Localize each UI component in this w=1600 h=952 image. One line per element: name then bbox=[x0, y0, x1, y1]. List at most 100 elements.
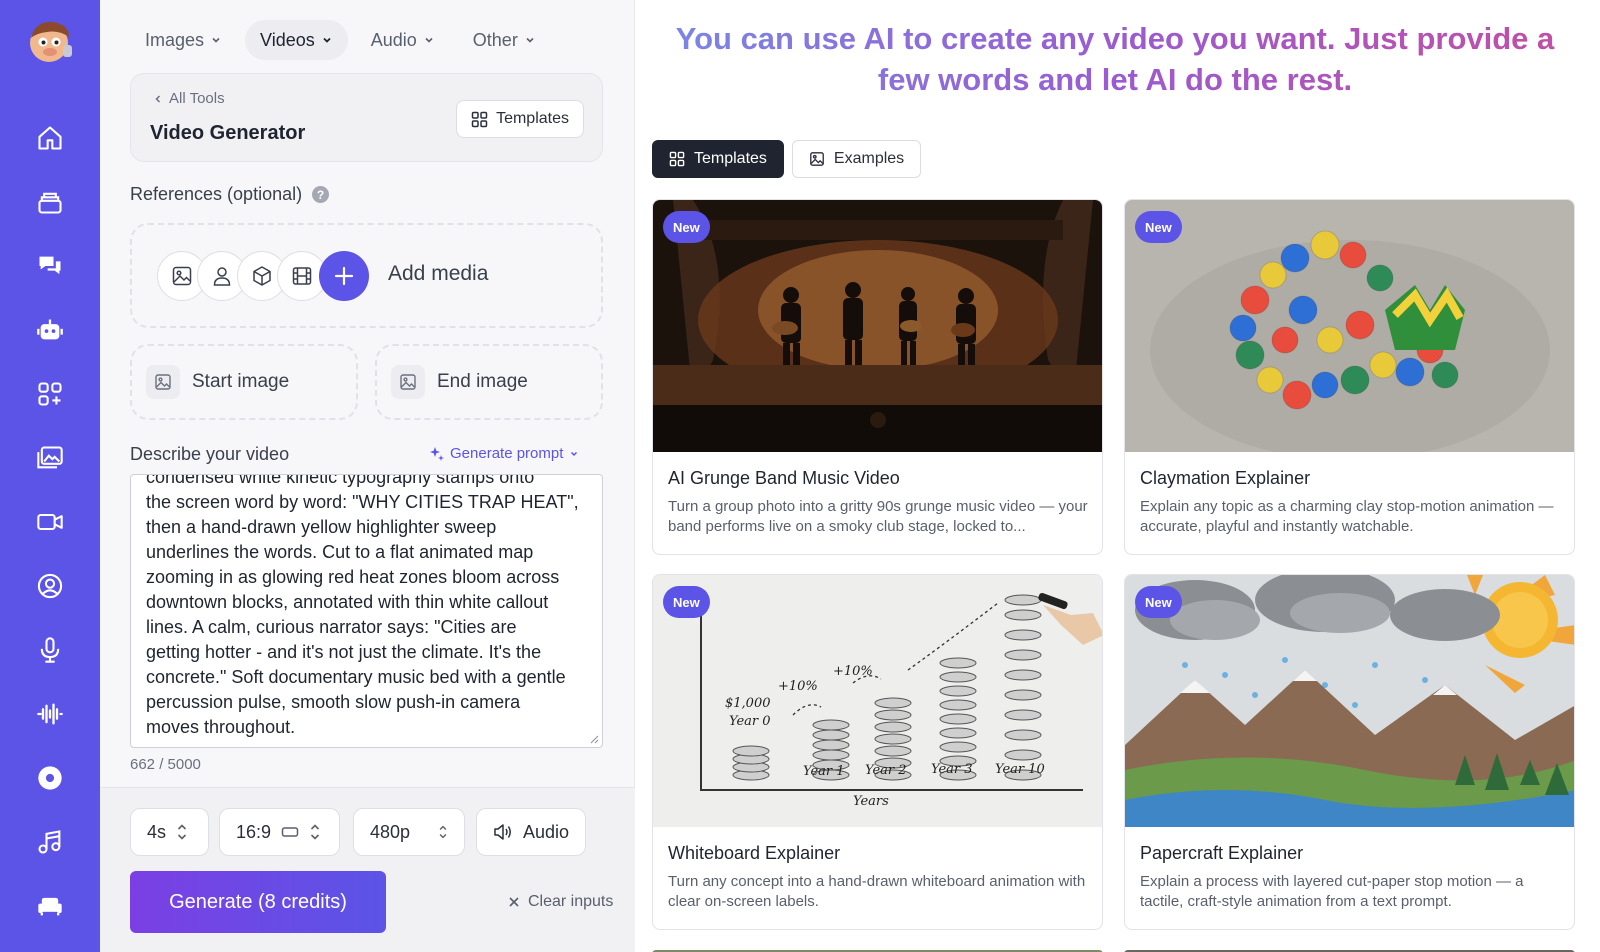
all-tools-link[interactable]: All Tools bbox=[153, 90, 225, 107]
generate-prompt-button[interactable]: Generate prompt bbox=[430, 445, 579, 462]
grunge-band-thumbnail bbox=[653, 200, 1102, 452]
new-badge: New bbox=[1135, 586, 1182, 618]
whiteboard-axis: Years bbox=[853, 794, 889, 809]
describe-label: Describe your video bbox=[130, 444, 290, 464]
updown-chevron-icon bbox=[310, 824, 320, 840]
resolution-select[interactable]: 480p bbox=[353, 808, 465, 856]
templates-button-label: Templates bbox=[496, 110, 569, 127]
aspect-ratio-value: 16:9 bbox=[236, 821, 272, 842]
chat-icon[interactable] bbox=[32, 248, 68, 284]
page-title: Video Generator bbox=[150, 122, 306, 144]
view-tabs: Templates Examples bbox=[652, 140, 922, 178]
audio-toggle[interactable]: Audio bbox=[476, 808, 586, 856]
tab-examples[interactable]: Examples bbox=[791, 140, 922, 178]
image-icon bbox=[146, 365, 180, 399]
chevron-down-icon bbox=[425, 37, 433, 43]
apps-icon[interactable] bbox=[32, 376, 68, 412]
template-card-claymation[interactable]: New Claymation Explainer Explain any top… bbox=[1124, 199, 1575, 555]
resolution-value: 480p bbox=[370, 821, 411, 842]
add-media-dropzone[interactable]: Add media bbox=[130, 223, 603, 328]
whiteboard-year2: Year 2 bbox=[865, 763, 907, 778]
references-label: References (optional) ? bbox=[130, 184, 330, 205]
chevron-down-icon bbox=[526, 37, 534, 43]
card-description: Turn any concept into a hand-drawn white… bbox=[668, 873, 1086, 910]
close-icon bbox=[509, 897, 519, 907]
card-title: AI Grunge Band Music Video bbox=[668, 468, 900, 488]
waveform-icon[interactable] bbox=[32, 696, 68, 732]
chevron-down-icon bbox=[323, 37, 331, 43]
card-description: Explain a process with layered cut-paper… bbox=[1140, 873, 1524, 910]
updown-chevron-icon bbox=[439, 825, 447, 839]
papercraft-thumbnail bbox=[1125, 575, 1574, 827]
card-description: Explain any topic as a charming clay sto… bbox=[1140, 498, 1554, 535]
add-media-label[interactable]: Add media bbox=[388, 262, 488, 286]
help-icon[interactable]: ? bbox=[312, 186, 330, 203]
card-title: Papercraft Explainer bbox=[1140, 843, 1304, 863]
tab-images[interactable]: Images bbox=[130, 20, 237, 60]
resize-handle-icon[interactable] bbox=[589, 734, 599, 744]
aspect-ratio-select[interactable]: 16:9 bbox=[219, 808, 340, 856]
tab-videos[interactable]: Videos bbox=[245, 20, 348, 60]
tab-other[interactable]: Other bbox=[458, 20, 551, 60]
duration-select[interactable]: 4s bbox=[130, 808, 209, 856]
chevron-left-icon bbox=[155, 94, 161, 103]
tab-audio-label: Audio bbox=[370, 29, 417, 50]
sofa-icon[interactable] bbox=[32, 888, 68, 924]
image-icon bbox=[391, 365, 425, 399]
image-icon bbox=[810, 152, 824, 166]
new-badge: New bbox=[663, 586, 710, 618]
template-card-grunge-band[interactable]: New AI Grunge Band Music Video Turn a gr… bbox=[652, 199, 1103, 555]
template-card-papercraft[interactable]: New Papercraft Explainer Explain a proce… bbox=[1124, 574, 1575, 930]
robot-icon[interactable] bbox=[32, 312, 68, 348]
video-icon[interactable] bbox=[32, 504, 68, 540]
user-circle-icon[interactable] bbox=[32, 568, 68, 604]
whiteboard-year10: Year 10 bbox=[995, 762, 1045, 777]
tab-examples-label: Examples bbox=[833, 150, 905, 167]
tab-templates[interactable]: Templates bbox=[652, 140, 784, 178]
grid-icon bbox=[669, 151, 685, 167]
prompt-textarea[interactable]: condensed white kinetic typography stamp… bbox=[130, 474, 603, 748]
prompt-text[interactable]: condensed white kinetic typography stamp… bbox=[146, 475, 591, 740]
updown-chevron-icon bbox=[177, 824, 187, 840]
generate-button[interactable]: Generate (8 credits) bbox=[130, 871, 386, 933]
claymation-thumbnail bbox=[1125, 200, 1574, 452]
clear-inputs-label: Clear inputs bbox=[528, 893, 614, 910]
landscape-icon bbox=[281, 827, 299, 837]
speaker-icon bbox=[494, 824, 511, 840]
tab-audio[interactable]: Audio bbox=[356, 20, 450, 60]
gallery-icon[interactable] bbox=[32, 440, 68, 476]
end-image-label: End image bbox=[437, 371, 528, 392]
end-image-button[interactable]: End image bbox=[375, 344, 603, 420]
home-icon[interactable] bbox=[32, 120, 68, 156]
whiteboard-amount: $1,000 bbox=[725, 696, 771, 711]
duration-value: 4s bbox=[147, 821, 167, 842]
music-note-icon[interactable] bbox=[32, 824, 68, 860]
whiteboard-year3: Year 3 bbox=[931, 762, 973, 777]
templates-button[interactable]: Templates bbox=[456, 100, 584, 138]
new-badge: New bbox=[663, 211, 710, 243]
card-description: Turn a group photo into a gritty 90s gru… bbox=[668, 498, 1088, 535]
references-label-text: References (optional) bbox=[130, 184, 303, 204]
new-badge: New bbox=[1135, 211, 1182, 243]
start-image-button[interactable]: Start image bbox=[130, 344, 358, 420]
sparkle-icon bbox=[430, 446, 444, 461]
microphone-icon[interactable] bbox=[32, 632, 68, 668]
plus-icon[interactable] bbox=[319, 251, 369, 301]
whiteboard-year1: Year 1 bbox=[803, 764, 845, 779]
chevron-down-icon bbox=[212, 37, 220, 43]
tool-header-card: All Tools Video Generator Templates bbox=[130, 73, 603, 162]
whiteboard-year0: Year 0 bbox=[729, 714, 771, 729]
category-tabs: Images Videos Audio Other bbox=[130, 20, 551, 60]
card-title: Whiteboard Explainer bbox=[668, 843, 841, 863]
template-card-whiteboard[interactable]: $1,000 Year 0 +10% +10% Year 1 Year 2 Ye… bbox=[652, 574, 1103, 930]
layers-icon[interactable] bbox=[32, 184, 68, 220]
whiteboard-thumbnail: $1,000 Year 0 +10% +10% Year 1 Year 2 Ye… bbox=[653, 575, 1102, 827]
generate-prompt-label: Generate prompt bbox=[450, 445, 564, 462]
card-title: Claymation Explainer bbox=[1140, 468, 1311, 488]
app-logo[interactable] bbox=[25, 18, 75, 64]
record-icon[interactable] bbox=[32, 760, 68, 796]
tab-images-label: Images bbox=[145, 29, 205, 50]
hero-headline: You can use AI to create any video you w… bbox=[660, 18, 1570, 100]
tab-videos-label: Videos bbox=[260, 29, 315, 50]
clear-inputs-button[interactable]: Clear inputs bbox=[508, 893, 613, 911]
